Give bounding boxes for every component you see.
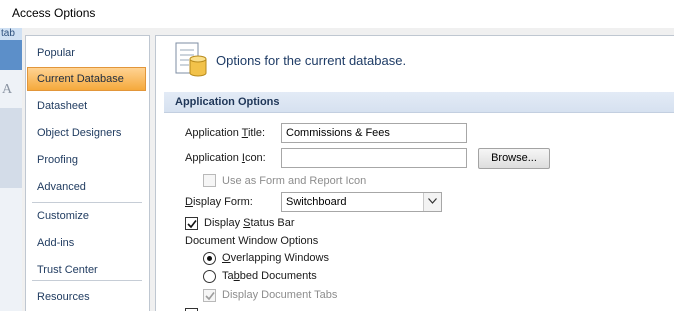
- access-options-dialog: Popular Current Database Datasheet Objec…: [22, 28, 674, 311]
- nav-item-add-ins[interactable]: Add-ins: [26, 231, 149, 255]
- nav-item-datasheet[interactable]: Datasheet: [26, 94, 149, 118]
- overlapping-windows-label: Overlapping Windows: [222, 252, 329, 264]
- window-title: Access Options: [12, 6, 96, 20]
- nav-item-advanced[interactable]: Advanced: [26, 175, 149, 199]
- chevron-down-icon[interactable]: [423, 193, 441, 211]
- background-ribbon-band: [0, 40, 22, 70]
- display-status-bar-checkbox[interactable]: [185, 217, 198, 230]
- nav-item-current-database[interactable]: Current Database: [27, 67, 146, 91]
- nav-item-object-designers[interactable]: Object Designers: [26, 121, 149, 145]
- content-header: Options for the current database.: [156, 36, 674, 86]
- background-font-icon: A: [2, 82, 13, 97]
- nav-item-proofing[interactable]: Proofing: [26, 148, 149, 172]
- use-as-form-report-icon-checkbox[interactable]: [203, 174, 216, 187]
- radio-selected-dot: [207, 256, 212, 261]
- nav-item-popular[interactable]: Popular: [26, 41, 149, 65]
- checkmark-icon: [187, 220, 197, 229]
- application-icon-label: Application Icon:: [185, 152, 266, 164]
- options-content: Options for the current database. Applic…: [155, 35, 674, 311]
- application-title-input[interactable]: Commissions & Fees: [281, 123, 467, 143]
- checkmark-icon: [205, 292, 215, 301]
- section-title: Application Options: [175, 96, 280, 108]
- nav-item-trust-center[interactable]: Trust Center: [26, 258, 149, 282]
- display-form-value: Switchboard: [286, 196, 347, 208]
- display-document-tabs-checkbox[interactable]: [203, 289, 216, 302]
- overlapping-windows-radio[interactable]: [203, 252, 216, 265]
- options-nav: Popular Current Database Datasheet Objec…: [25, 35, 150, 311]
- background-tab-hint: tab: [0, 28, 22, 40]
- use-as-form-report-icon-label: Use as Form and Report Icon: [222, 175, 367, 187]
- display-status-bar-label: Display Status Bar: [204, 217, 295, 229]
- background-window-edge: tab A: [0, 28, 22, 311]
- nav-item-resources[interactable]: Resources: [26, 285, 149, 309]
- database-icon: [175, 42, 207, 77]
- browse-button[interactable]: Browse...: [478, 148, 550, 169]
- background-panel-band: [0, 108, 22, 188]
- application-icon-input[interactable]: [281, 148, 467, 168]
- intro-text: Options for the current database.: [216, 53, 407, 68]
- section-header-application-options: Application Options: [164, 92, 674, 113]
- title-bar: Access Options: [0, 0, 674, 28]
- nav-item-customize[interactable]: Customize: [26, 204, 149, 228]
- nav-divider: [32, 280, 142, 281]
- document-window-options-label: Document Window Options: [185, 235, 319, 247]
- display-form-label: Display Form:: [185, 196, 253, 208]
- display-document-tabs-label: Display Document Tabs: [222, 289, 338, 301]
- tabbed-documents-label: Tabbed Documents: [222, 270, 317, 282]
- tabbed-documents-radio[interactable]: [203, 270, 216, 283]
- application-title-label: Application Title:: [185, 127, 266, 139]
- display-form-select[interactable]: Switchboard: [281, 192, 442, 212]
- nav-divider: [32, 202, 142, 203]
